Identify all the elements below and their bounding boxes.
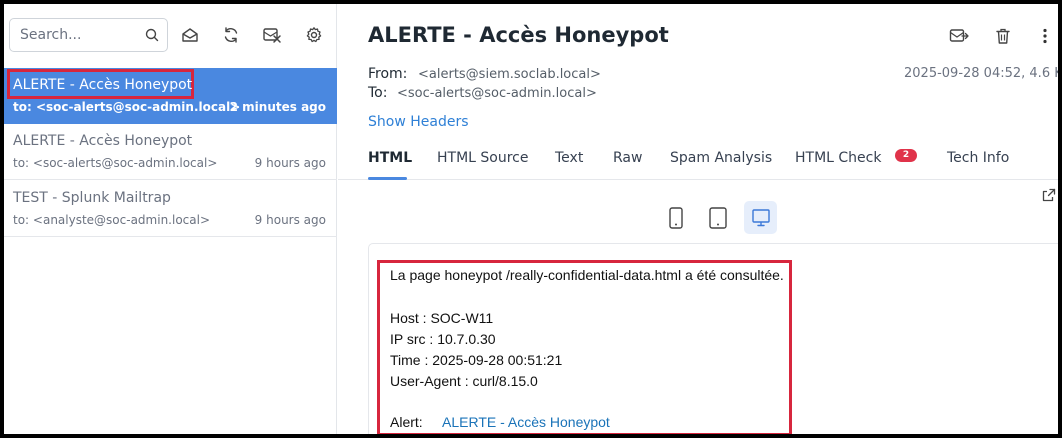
message-view: ALERTE - Accès Honeypot From: <alerts@si… (338, 4, 1058, 434)
message-title: ALERTE - Accès Honeypot (368, 23, 669, 47)
tablet-view-icon[interactable] (701, 201, 734, 234)
body-alert-label: Alert: (390, 414, 423, 430)
message-subject: ALERTE - Accès Honeypot (13, 133, 193, 149)
more-options-icon[interactable] (1034, 25, 1056, 47)
tab-spam-analysis[interactable]: Spam Analysis (670, 150, 772, 166)
message-time: 2 minutes ago (229, 100, 326, 114)
body-host: Host : SOC-W11 (390, 310, 494, 326)
from-label: From: (368, 66, 408, 82)
body-user-agent: User-Agent : curl/8.15.0 (390, 373, 538, 389)
gear-icon[interactable] (303, 24, 325, 46)
search-box (9, 18, 168, 52)
message-recipient: to: <soc-alerts@soc-admin.local> (13, 156, 218, 170)
search-icon[interactable] (144, 27, 160, 43)
mail-client-window: ALERTE - Accès Honeypot to: <soc-alerts@… (4, 4, 1058, 434)
message-recipient: to: <analyste@soc-admin.local> (13, 213, 210, 227)
html-check-count-badge: 2 (895, 149, 917, 162)
tab-tech-info[interactable]: Tech Info (947, 150, 1009, 166)
active-tab-indicator (368, 177, 407, 180)
sidebar-toolbar (4, 4, 337, 68)
open-external-icon[interactable] (1041, 187, 1057, 203)
message-time: 9 hours ago (254, 156, 326, 170)
show-headers-link[interactable]: Show Headers (368, 114, 469, 130)
body-time: Time : 2025-09-28 00:51:21 (390, 352, 563, 368)
forward-icon[interactable] (948, 25, 970, 47)
message-list-sidebar: ALERTE - Accès Honeypot to: <soc-alerts@… (4, 4, 337, 434)
message-list-item[interactable]: TEST - Splunk Mailtrap to: <analyste@soc… (4, 181, 337, 237)
tab-raw[interactable]: Raw (613, 150, 642, 166)
highlight-box (377, 260, 792, 434)
from-address: <alerts@siem.soclab.local> (418, 67, 601, 82)
trash-icon[interactable] (992, 25, 1014, 47)
tab-text[interactable]: Text (555, 150, 583, 166)
message-date-size: 2025-09-28 04:52, 4.6 KB (904, 66, 1058, 81)
tab-html[interactable]: HTML (368, 150, 412, 166)
mobile-view-icon[interactable] (659, 201, 692, 234)
refresh-icon[interactable] (220, 24, 242, 46)
message-subject: ALERTE - Accès Honeypot (13, 77, 193, 93)
to-label: To: (368, 85, 388, 101)
message-list-item[interactable]: ALERTE - Accès Honeypot to: <soc-alerts@… (4, 68, 337, 124)
to-address: <soc-alerts@soc-admin.local> (397, 86, 597, 101)
body-intro: La page honeypot /really-confidential-da… (390, 267, 784, 283)
message-subject: TEST - Splunk Mailtrap (13, 190, 171, 206)
search-input[interactable] (10, 19, 140, 51)
envelope-open-icon[interactable] (179, 24, 201, 46)
message-body-frame: La page honeypot /really-confidential-da… (368, 243, 1058, 434)
view-tabs: HTML HTML Source Text Raw Spam Analysis … (338, 142, 1058, 180)
message-recipient: to: <soc-alerts@soc-admin.local> (13, 100, 241, 114)
message-time: 9 hours ago (254, 213, 326, 227)
message-list-item[interactable]: ALERTE - Accès Honeypot to: <soc-alerts@… (4, 124, 337, 180)
alert-link[interactable]: ALERTE - Accès Honeypot (442, 414, 610, 430)
body-ip-src: IP src : 10.7.0.30 (390, 331, 496, 347)
desktop-view-icon[interactable] (744, 201, 777, 234)
tab-html-check[interactable]: HTML Check (795, 150, 881, 166)
tab-html-source[interactable]: HTML Source (437, 150, 529, 166)
clear-inbox-icon[interactable] (261, 24, 283, 46)
